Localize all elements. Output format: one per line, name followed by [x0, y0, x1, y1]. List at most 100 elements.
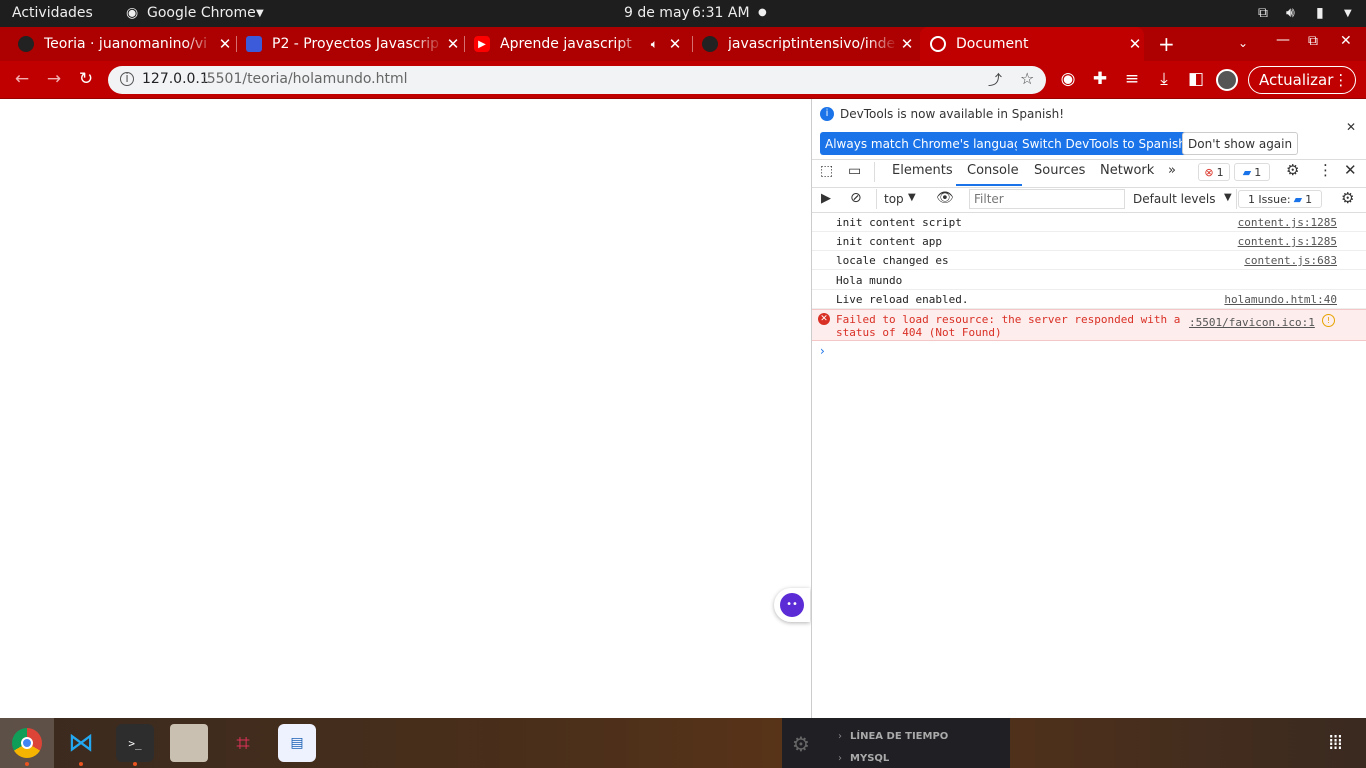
console-filter-input[interactable]: Filter — [969, 189, 1125, 209]
media-queue-icon[interactable]: ≡ — [1120, 69, 1144, 89]
back-icon[interactable]: ← — [10, 69, 34, 89]
extension-robot-icon[interactable]: ◉ — [1056, 69, 1080, 89]
github-icon — [18, 36, 34, 52]
app-menu-arrow-icon: ▼ — [256, 8, 264, 19]
extensions-puzzle-icon[interactable]: ✚ — [1088, 69, 1112, 89]
tab-console[interactable]: Console — [967, 163, 1019, 178]
update-button[interactable]: Actualizar ⋮ — [1248, 66, 1356, 94]
error-counter[interactable]: ⊗ 1 — [1198, 163, 1230, 181]
devtools-menu-icon[interactable]: ⋮ — [1318, 161, 1333, 179]
tab-title: P2 - Proyectos Javascrip — [272, 36, 440, 52]
clock-time[interactable]: 6:31 AM — [692, 5, 750, 21]
forward-icon[interactable]: → — [42, 69, 66, 89]
close-tab-icon[interactable]: ✕ — [216, 35, 234, 53]
log-message: Hola mundo — [836, 274, 903, 287]
close-tab-icon[interactable]: ✕ — [1126, 35, 1144, 53]
terminal-app-icon[interactable]: >_ — [116, 724, 154, 762]
show-apps-grid-icon[interactable]: ⁞⁞⁞ — [1328, 730, 1343, 754]
devtools-panel: i DevTools is now available in Spanish! … — [812, 99, 1366, 718]
writer-app-icon[interactable]: ▤ — [278, 724, 316, 762]
page-viewport — [0, 100, 811, 718]
vscode-app-icon[interactable]: ⋈ — [62, 724, 100, 762]
tab-document[interactable]: Document ✕ — [920, 27, 1144, 61]
floating-assistant-button[interactable]: •• — [774, 588, 810, 622]
clock-date[interactable]: 9 de may — [624, 5, 690, 21]
close-window-icon[interactable]: ✕ — [1340, 33, 1352, 49]
system-top-bar: Actividades ◉ Google Chrome ▼ 9 de may 6… — [0, 0, 1366, 27]
issues-button[interactable]: 1 Issue: ▰ 1 — [1238, 190, 1322, 208]
message-counter[interactable]: ▰ 1 — [1234, 163, 1270, 181]
log-source-link[interactable]: holamundo.html:40 — [1224, 293, 1337, 306]
close-tab-icon[interactable]: ✕ — [898, 35, 916, 53]
log-message: Live reload enabled. — [836, 293, 969, 306]
console-settings-gear-icon[interactable]: ⚙ — [1341, 189, 1354, 207]
activities-button[interactable]: Actividades — [12, 5, 93, 21]
audio-playing-icon[interactable]: 🔈︎ — [651, 37, 658, 52]
console-prompt-icon[interactable]: › — [820, 344, 825, 358]
lightbulb-icon[interactable]: ! — [1322, 314, 1335, 327]
bookmark-star-icon[interactable]: ☆ — [1020, 69, 1034, 88]
tab-sources[interactable]: Sources — [1034, 163, 1085, 178]
address-bar[interactable]: i 127.0.0.1 :5501/teoria/holamundo.html … — [108, 66, 1046, 94]
tab-aprende[interactable]: ▶ Aprende javascript 🔈︎ ✕ — [474, 27, 684, 61]
side-panel-icon[interactable]: ◧ — [1184, 69, 1208, 89]
tab-network[interactable]: Network — [1100, 163, 1154, 178]
profile-avatar[interactable] — [1216, 69, 1238, 91]
live-expression-eye-icon[interactable]: 👁︎ — [936, 190, 954, 206]
dock: ⋈ >_ ⌗ ▤ ⚙ › LÍNEA DE TIEMPO › MYSQL ⁞⁞⁞ — [0, 718, 1366, 768]
match-language-button[interactable]: Always match Chrome's language — [820, 132, 1034, 155]
system-menu-arrow-icon[interactable]: ▼ — [1344, 8, 1352, 19]
timeline-section[interactable]: LÍNEA DE TIEMPO — [850, 731, 948, 742]
console-log-row: init content app content.js:1285 — [812, 232, 1366, 251]
reload-icon[interactable]: ↻ — [74, 69, 98, 89]
message-icon: ▰ — [1242, 165, 1252, 179]
volume-icon[interactable]: 🔊︎ — [1286, 5, 1295, 21]
switch-spanish-button[interactable]: Switch DevTools to Spanish — [1017, 132, 1191, 155]
app-menu[interactable]: Google Chrome — [147, 5, 256, 21]
download-icon[interactable]: ⤓ — [1152, 69, 1176, 89]
screenshot-crop-app-icon[interactable]: ⌗ — [224, 724, 262, 762]
chrome-app-icon[interactable] — [8, 724, 46, 762]
globe-icon — [930, 36, 946, 52]
device-toolbar-icon[interactable]: ▭ — [848, 163, 861, 179]
log-source-link[interactable]: content.js:683 — [1244, 254, 1337, 267]
tab-proyectos[interactable]: P2 - Proyectos Javascrip ✕ — [246, 27, 462, 61]
new-tab-icon[interactable]: + — [1158, 32, 1175, 56]
context-selector[interactable]: top — [884, 192, 904, 206]
close-banner-icon[interactable]: ✕ — [1346, 120, 1356, 134]
chevron-right-icon: › — [838, 753, 842, 764]
tab-strip: Teoria · juanomanino/vi ✕ P2 - Proyectos… — [0, 27, 1366, 61]
info-icon[interactable]: i — [120, 72, 134, 86]
tab-search-icon[interactable]: ⌄ — [1238, 36, 1248, 50]
dont-show-again-button[interactable]: Don't show again — [1182, 132, 1299, 155]
close-tab-icon[interactable]: ✕ — [444, 35, 462, 53]
clear-console-icon[interactable]: ⊘ — [850, 190, 862, 206]
network-icon[interactable]: ⧉ — [1258, 5, 1268, 21]
tab-teoria[interactable]: Teoria · juanomanino/vi ✕ — [18, 27, 234, 61]
kebab-menu-icon: ⋮ — [1333, 71, 1349, 89]
settings-gear-icon[interactable]: ⚙ — [1286, 161, 1299, 179]
message-count: 1 — [1254, 165, 1262, 179]
log-source-link[interactable]: content.js:1285 — [1238, 216, 1337, 229]
log-source-link[interactable]: content.js:1285 — [1238, 235, 1337, 248]
close-tab-icon[interactable]: ✕ — [666, 35, 684, 53]
tab-elements[interactable]: Elements — [892, 163, 953, 178]
sidebar-toggle-icon[interactable]: ▶ — [821, 191, 831, 206]
language-banner-text: DevTools is now available in Spanish! — [840, 107, 1065, 121]
console-log-row: Live reload enabled. holamundo.html:40 — [812, 290, 1366, 309]
classroom-icon — [246, 36, 262, 52]
minimize-icon[interactable]: — — [1276, 32, 1290, 48]
battery-icon[interactable]: ▮ — [1316, 5, 1324, 21]
more-tabs-icon[interactable]: » — [1168, 163, 1176, 178]
tab-title: Document — [956, 36, 1029, 52]
share-icon[interactable]: ⤴ — [988, 70, 1002, 90]
mysql-section[interactable]: MYSQL — [850, 753, 889, 764]
restore-icon[interactable]: ⧉ — [1308, 33, 1318, 49]
dropdown-arrow-icon: ▼ — [1224, 192, 1232, 203]
close-devtools-icon[interactable]: ✕ — [1344, 161, 1357, 179]
log-levels-dropdown[interactable]: Default levels — [1133, 192, 1215, 206]
error-source-link[interactable]: :5501/favicon.ico:1 — [1189, 316, 1315, 329]
tab-javascriptintensivo[interactable]: javascriptintensivo/inde ✕ — [702, 27, 916, 61]
inspect-element-icon[interactable]: ⬚ — [820, 163, 833, 179]
files-app-icon[interactable] — [170, 724, 208, 762]
